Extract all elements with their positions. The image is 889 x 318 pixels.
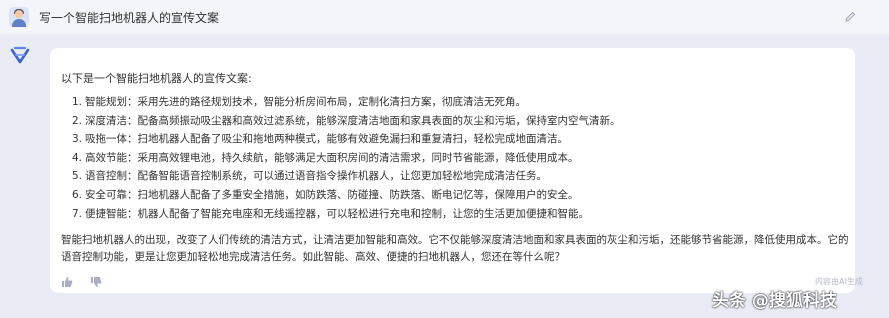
prompt-bar: 写一个智能扫地机器人的宣传文案 — [0, 0, 889, 34]
prompt-text: 写一个智能扫地机器人的宣传文案 — [39, 11, 220, 25]
answer-card: 以下是一个智能扫地机器人的宣传文案: 1. 智能规划：采用先进的路径规划技术，智能… — [50, 48, 863, 293]
user-avatar-icon — [9, 7, 29, 27]
feature-list: 1. 智能规划：采用先进的路径规划技术，智能分析房间布局，定制化清扫方案，彻底清洁… — [72, 93, 621, 223]
list-item: 2. 深度清洁：配备高频振动吸尘器和高效过滤系统，能够深度清洁地面和家具表面的灰尘… — [72, 114, 621, 127]
list-item: 3. 吸拖一体：扫地机器人配备了吸尘和拖地两种模式，能够有效避免漏扫和重复清扫，轻… — [72, 133, 568, 146]
list-item: 4. 高效节能：采用高效锂电池，持久续航，能够满足大面积房间的清洁需求，同时节省能… — [72, 151, 579, 164]
list-item: 1. 智能规划：采用先进的路径规划技术，智能分析房间布局，定制化清扫方案，彻底清洁… — [72, 96, 526, 108]
answer-intro: 以下是一个智能扫地机器人的宣传文案: — [61, 72, 252, 85]
list-item: 7. 便捷智能：机器人配备了智能充电座和无线遥控器，可以轻松进行充电和控制，让您的… — [72, 207, 589, 220]
list-item: 5. 语音控制：配备智能语音控制系统，可以通过语音指令操作机器人，让您更加轻松地完… — [72, 170, 547, 183]
thumb-up-icon[interactable] — [61, 276, 73, 288]
watermark: 头条 @搜狐科技 — [712, 291, 837, 311]
list-item: 6. 安全可靠：扫地机器人配备了多重安全措施，如防跌落、防碰撞、防跌落、断电记忆等… — [72, 188, 579, 201]
thumb-down-icon[interactable] — [90, 276, 102, 288]
pencil-icon[interactable] — [843, 10, 857, 24]
answer-closing: 智能扫地机器人的出现，改变了人们传统的清洁方式，让清洁更加智能和高效。它不仅能够… — [61, 234, 849, 263]
assistant-logo-icon — [10, 46, 30, 64]
